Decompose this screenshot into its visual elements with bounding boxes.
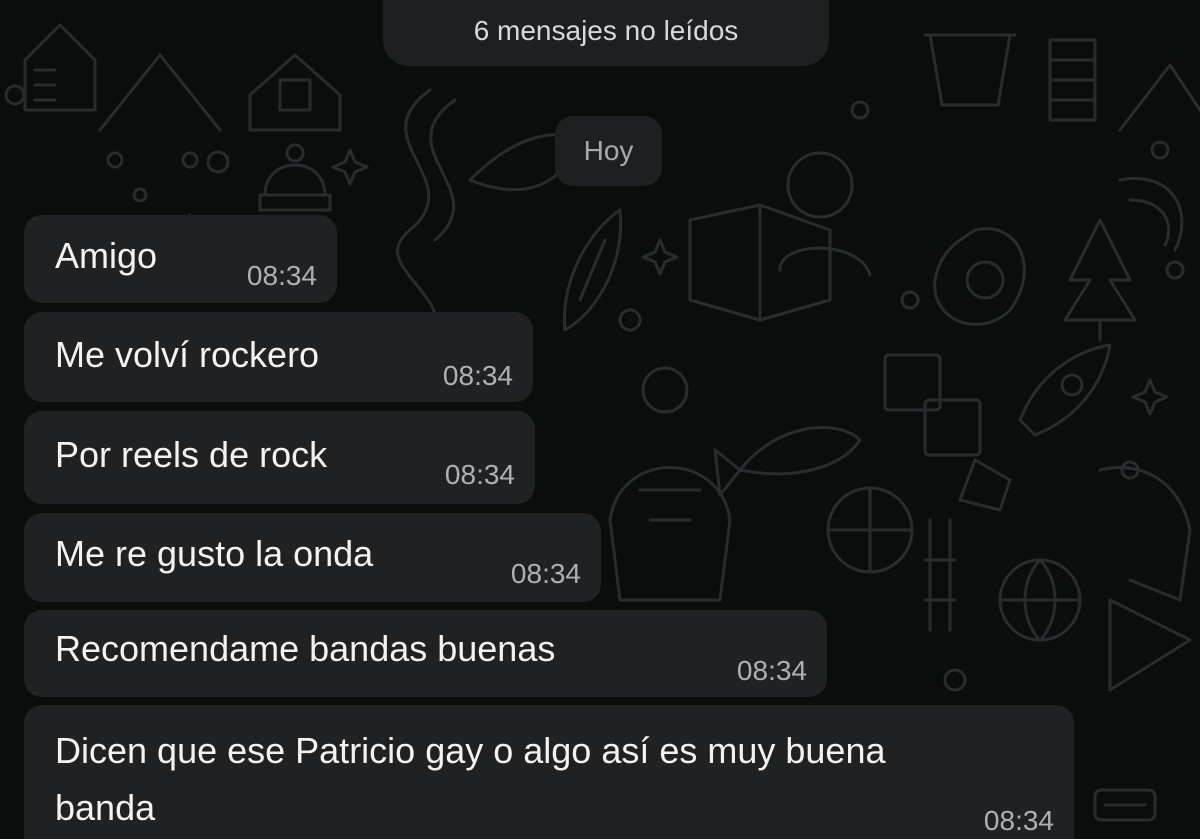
message-text: Me re gusto la onda (55, 533, 374, 574)
beanie-doodle (258, 143, 332, 212)
woman-doodle (641, 366, 689, 414)
message-bubble[interactable]: Dicen que ese Patricio gay o algo así es… (24, 705, 1074, 839)
message-bubble[interactable]: Me volví rockero 08:34 (24, 312, 533, 402)
house-doodle (248, 53, 342, 132)
bamboo-doodle (923, 518, 957, 632)
photo-doodle (883, 353, 942, 412)
message-text: Amigo (55, 235, 158, 276)
message-text: Por reels de rock (55, 434, 328, 475)
message-text: Me volví rockero (55, 334, 320, 375)
message-timestamp: 08:34 (983, 805, 1054, 836)
avocado-doodle (933, 227, 1026, 326)
flag-doodle (1108, 598, 1192, 692)
message-bubble[interactable]: Recomendame bandas buenas 08:34 (24, 610, 827, 697)
message-timestamp: 08:34 (246, 260, 317, 291)
chat-area[interactable]: 6 mensajes no leídos Hoy Amigo 08:34 Me … (0, 0, 1200, 839)
message-timestamp: 08:34 (736, 655, 807, 686)
figure-doodle (1098, 466, 1192, 602)
mountain-doodle (98, 53, 222, 132)
star-doodle (331, 148, 369, 186)
fish-doodle (713, 426, 862, 497)
shrimp-doodle (1118, 177, 1184, 252)
unread-messages-banner: 6 mensajes no leídos (383, 0, 829, 66)
message-timestamp: 08:34 (442, 360, 513, 391)
surfboard-doodle (562, 208, 623, 332)
message-timestamp: 08:34 (510, 558, 581, 589)
message-bubble[interactable]: Amigo 08:34 (24, 215, 337, 303)
mountain-right-doodle (1118, 63, 1200, 132)
cabin-doodle (23, 23, 97, 112)
message-text: Dicen que ese Patricio gay o algo así es… (55, 730, 886, 828)
tree-doodle (1063, 218, 1137, 342)
logs-doodle (1048, 38, 1097, 122)
date-separator: Hoy (555, 116, 662, 186)
message-text: Recomendame bandas buenas (55, 628, 556, 669)
laptop-person-doodle (688, 203, 832, 322)
message-bubble[interactable]: Por reels de rock 08:34 (24, 411, 535, 504)
message-bubble[interactable]: Me re gusto la onda 08:34 (24, 513, 601, 602)
pot-doodle (923, 33, 1017, 107)
message-timestamp: 08:34 (444, 459, 515, 490)
